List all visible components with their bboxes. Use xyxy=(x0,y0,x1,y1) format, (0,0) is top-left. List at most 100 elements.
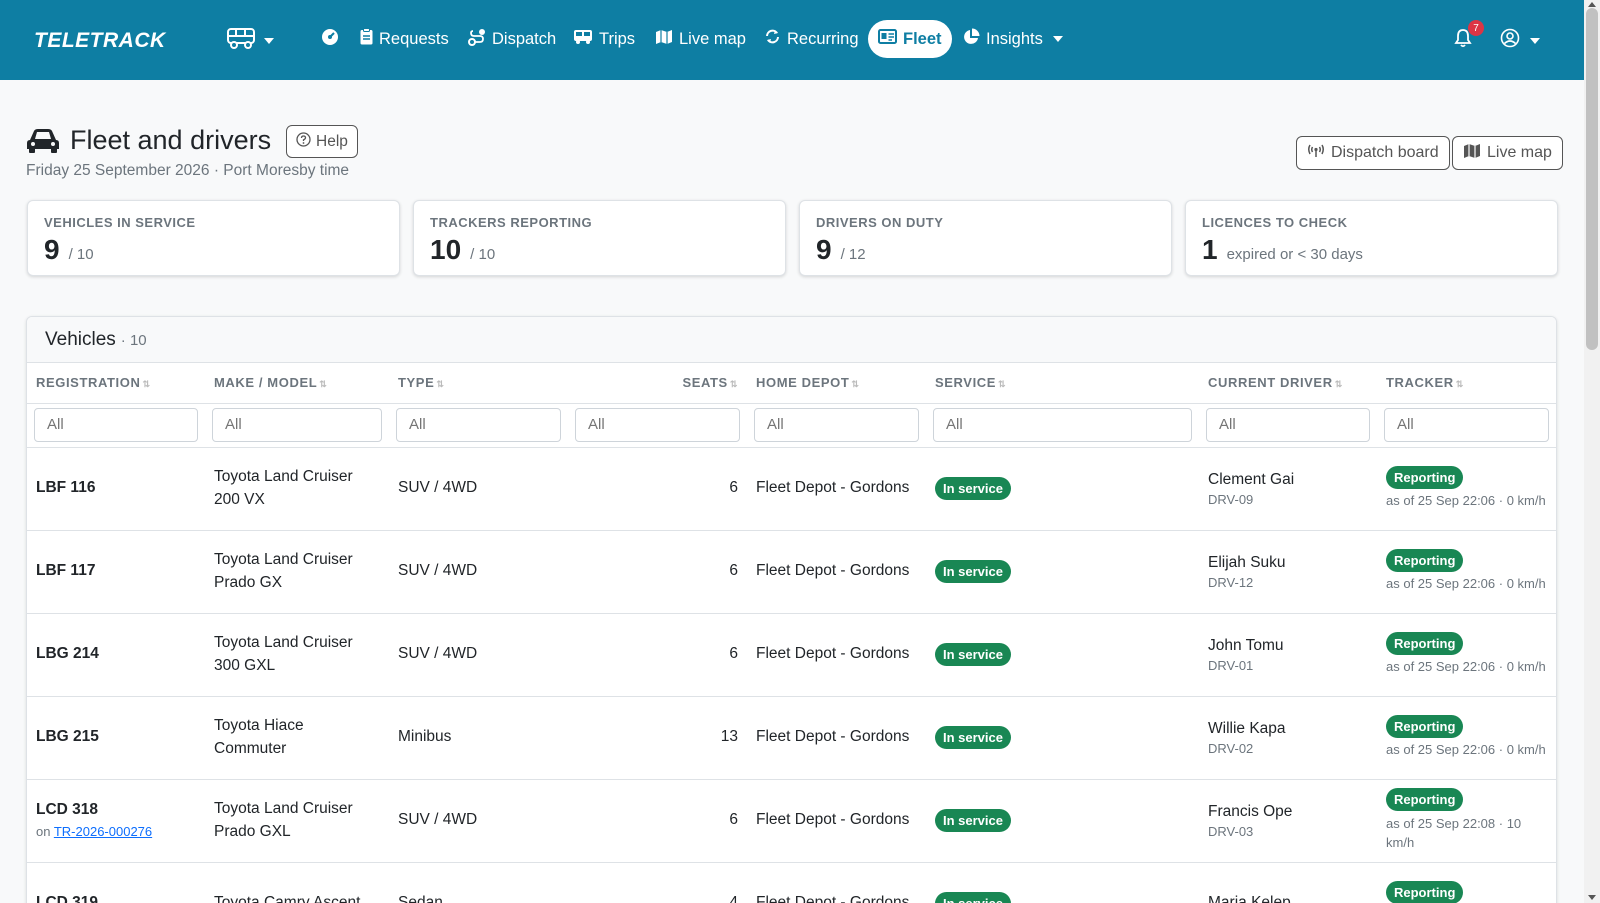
chevron-down-icon xyxy=(1052,36,1063,42)
col-header-seats[interactable]: SEATS ⇅ xyxy=(568,363,747,404)
nav-insights-label: Insights xyxy=(986,29,1043,48)
tracker-status-badge: Reporting xyxy=(1386,788,1464,812)
col-header-make-model[interactable]: MAKE / MODEL ⇅ xyxy=(205,363,389,404)
cell-home-depot: Fleet Depot - Gordons xyxy=(747,779,926,863)
service-status-badge: In service xyxy=(935,725,1011,749)
nav-live-map[interactable]: Live map xyxy=(645,20,756,58)
nav-dispatch-label: Dispatch xyxy=(492,29,557,48)
driver-code: DRV-12 xyxy=(1208,574,1254,590)
cell-seats: 4 xyxy=(568,862,747,903)
cell-service: In service xyxy=(926,447,1199,531)
gauge-icon xyxy=(321,28,339,51)
filter-type[interactable] xyxy=(396,407,561,442)
col-header-tracker[interactable]: TRACKER ⇅ xyxy=(1377,363,1556,404)
stat-card-licences-to-check: LICENCES TO CHECK 1 expired or < 30 days xyxy=(1185,200,1558,276)
col-header-type[interactable]: TYPE ⇅ xyxy=(389,363,568,404)
tracker-status-badge: Reporting xyxy=(1386,549,1464,573)
trip-link[interactable]: TR-2026-000276 xyxy=(54,824,152,839)
map-icon xyxy=(655,28,673,50)
cell-service: In service xyxy=(926,779,1199,863)
stat-sub: expired or < 30 days xyxy=(1226,246,1363,263)
user-circle-icon xyxy=(1500,28,1520,53)
cell-registration: LBF 116 xyxy=(27,447,205,531)
sort-icon: ⇅ xyxy=(998,379,1007,390)
sort-icon: ⇅ xyxy=(851,379,860,390)
user-menu[interactable] xyxy=(1500,28,1540,53)
nav-trips-label: Trips xyxy=(599,29,636,48)
service-status-badge: In service xyxy=(935,891,1011,903)
cell-make-model: Toyota Land Cruiser 200 VX xyxy=(205,447,389,531)
registration-text: LBG 215 xyxy=(36,728,99,746)
col-header-service[interactable]: SERVICE ⇅ xyxy=(926,363,1199,404)
cell-make-model: Toyota Land Cruiser Prado GX xyxy=(205,530,389,614)
registration-text: LCD 319 xyxy=(36,894,99,903)
service-status-badge: In service xyxy=(935,559,1011,583)
cell-type: Minibus xyxy=(389,696,568,780)
page-scrollbar[interactable] xyxy=(1584,0,1600,903)
filter-make-model[interactable] xyxy=(212,407,382,442)
stat-value: 10 xyxy=(430,234,462,265)
scrollbar-thumb[interactable] xyxy=(1586,8,1598,350)
help-button[interactable]: Help xyxy=(286,125,358,158)
nav-dispatch[interactable]: Dispatch xyxy=(458,20,566,58)
cell-current-driver: John Tomu DRV-01 xyxy=(1199,613,1377,697)
dispatch-board-button[interactable]: Dispatch board xyxy=(1296,136,1450,170)
filter-home-depot[interactable] xyxy=(754,407,919,442)
table-row[interactable]: LCD 318 on TR-2026-000276 Toyota Land Crui… xyxy=(27,779,1556,863)
table-row[interactable]: LCD 319 Toyota Camry Ascent Sedan 4 Fleet De… xyxy=(27,862,1556,903)
vehicles-table: REGISTRATION ⇅ MAKE / MODEL ⇅ TYPE ⇅ SEATS ⇅… xyxy=(27,363,1556,903)
col-header-registration[interactable]: REGISTRATION ⇅ xyxy=(27,363,205,404)
chevron-down-icon xyxy=(1530,37,1540,44)
vehicles-title: Vehicles xyxy=(45,329,116,350)
tracker-note: as of 25 Sep 22:08 · 10 km/h xyxy=(1386,815,1522,851)
table-row[interactable]: LBG 215 Toyota Hiace Commuter Minibus 13 Fle… xyxy=(27,696,1556,780)
table-row[interactable]: LBF 117 Toyota Land Cruiser Prado GX SUV /… xyxy=(27,530,1556,614)
tracker-status-badge: Reporting xyxy=(1386,466,1464,490)
filter-registration[interactable] xyxy=(34,407,198,442)
cell-type: SUV / 4WD xyxy=(389,447,568,531)
brand-logo[interactable]: TELETRACK xyxy=(34,29,166,53)
nav-recurring[interactable]: Recurring xyxy=(754,20,869,58)
table-row[interactable]: LBF 116 Toyota Land Cruiser 200 VX SUV / 4… xyxy=(27,447,1556,531)
nav-requests[interactable]: Requests xyxy=(350,20,459,58)
vehicle-switcher[interactable] xyxy=(226,27,274,54)
sort-icon: ⇅ xyxy=(729,379,738,390)
help-button-label: Help xyxy=(316,132,348,150)
filter-service[interactable] xyxy=(933,407,1192,442)
minibus-icon xyxy=(226,27,256,54)
cell-tracker: Reporting as of 25 Sep 22:06 · 0 km/h xyxy=(1377,530,1556,614)
cell-type: SUV / 4WD xyxy=(389,779,568,863)
scroll-up-icon[interactable] xyxy=(1588,2,1596,7)
top-navbar: TELETRACK Requests Dispatch Trips Live m… xyxy=(0,0,1584,80)
tracker-status-badge: Reporting xyxy=(1386,632,1464,656)
cell-tracker: Reporting as of 25 Sep 22:08 · 10 km/h xyxy=(1377,779,1556,863)
live-map-button[interactable]: Live map xyxy=(1452,136,1563,170)
filter-current-driver[interactable] xyxy=(1206,407,1370,442)
pie-chart-icon xyxy=(962,28,980,51)
filter-tracker[interactable] xyxy=(1384,407,1549,442)
nav-fleet[interactable]: Fleet xyxy=(868,20,952,58)
table-row[interactable]: LBG 214 Toyota Land Cruiser 300 GXL SUV / … xyxy=(27,613,1556,697)
stat-value: 9 xyxy=(44,234,60,265)
cell-seats: 13 xyxy=(568,696,747,780)
sort-icon: ⇅ xyxy=(1334,379,1343,390)
cell-current-driver: Maria Kelep xyxy=(1199,862,1377,903)
cell-type: SUV / 4WD xyxy=(389,530,568,614)
driver-name: Maria Kelep xyxy=(1208,894,1291,903)
filter-seats[interactable] xyxy=(575,407,740,442)
question-circle-icon xyxy=(296,131,311,152)
sort-icon: ⇅ xyxy=(1455,379,1464,390)
cell-current-driver: Clement Gai DRV-09 xyxy=(1199,447,1377,531)
car-icon xyxy=(26,128,60,159)
id-card-icon xyxy=(878,29,897,49)
bell-icon xyxy=(1454,29,1472,52)
nav-dashboard[interactable] xyxy=(311,20,349,58)
scroll-down-icon[interactable] xyxy=(1588,895,1596,900)
nav-trips[interactable]: Trips xyxy=(563,20,645,58)
cell-service: In service xyxy=(926,696,1199,780)
col-header-current-driver[interactable]: CURRENT DRIVER ⇅ xyxy=(1199,363,1377,404)
nav-insights[interactable]: Insights xyxy=(952,20,1073,58)
col-header-home-depot[interactable]: HOME DEPOT ⇅ xyxy=(747,363,926,404)
filter-row xyxy=(27,403,1556,448)
cell-tracker: Reporting as of 25 Sep 22:06 · 0 km/h xyxy=(1377,447,1556,531)
